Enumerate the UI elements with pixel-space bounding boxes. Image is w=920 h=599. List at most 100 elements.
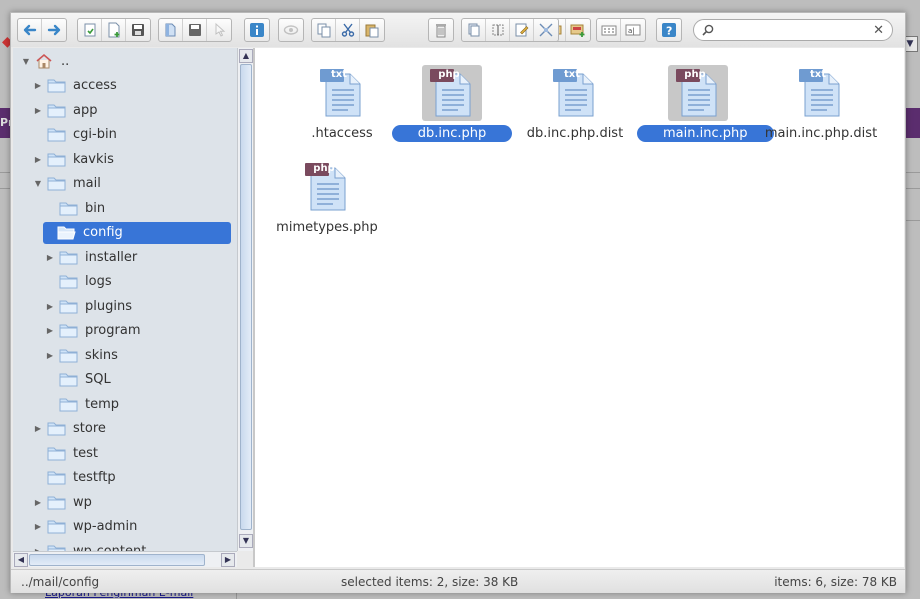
cut-button[interactable] — [336, 19, 360, 41]
scroll-down-icon[interactable]: ▼ — [239, 534, 253, 548]
tree-item-skins[interactable]: ▶ skins — [45, 344, 118, 366]
tree-item-label: .. — [61, 53, 70, 69]
tree-item-wp[interactable]: ▶ wp — [33, 491, 92, 513]
txt-file-icon: txt — [312, 65, 372, 121]
tree-item-root[interactable]: ▼.. — [21, 50, 69, 72]
new-file-button[interactable] — [102, 19, 126, 41]
open-button[interactable] — [159, 19, 183, 41]
delete-icon — [436, 24, 446, 38]
search-box[interactable]: ✕ — [693, 19, 893, 41]
resize-button[interactable] — [534, 19, 558, 41]
tree-item-label: testftp — [73, 470, 116, 485]
reload-button[interactable] — [78, 19, 102, 41]
tree-item-installer[interactable]: ▶ installer — [45, 246, 137, 268]
tree-item-label: config — [83, 225, 123, 240]
tree-item-bin[interactable]: bin — [45, 197, 105, 219]
expand-arrow-icon[interactable]: ▶ — [45, 351, 55, 360]
file-item[interactable]: txt .htaccess — [281, 63, 403, 153]
download-button[interactable] — [183, 19, 207, 41]
tree-item-SQL[interactable]: SQL — [45, 369, 111, 391]
paste-button[interactable] — [360, 19, 384, 41]
archive-button[interactable] — [566, 19, 590, 41]
tree-item-program[interactable]: ▶ program — [45, 320, 141, 342]
tree-item-label: wp — [73, 494, 92, 510]
tree-item-access[interactable]: ▶ access — [33, 75, 117, 97]
scroll-thumb[interactable] — [240, 64, 252, 530]
archive-icon — [570, 24, 585, 37]
tree-item-kavkis[interactable]: ▶ kavkis — [33, 148, 114, 170]
list-view-icon: a| — [625, 24, 641, 36]
folder-icon — [47, 151, 67, 167]
tree-item-label: bin — [85, 200, 106, 216]
tree-item-store[interactable]: ▶ store — [33, 418, 106, 440]
copy-button[interactable] — [312, 19, 336, 41]
php-file-icon: php — [422, 65, 482, 121]
tree-item-logs[interactable]: logs — [45, 271, 112, 293]
select-button[interactable] — [207, 19, 231, 41]
expand-arrow-icon[interactable]: ▶ — [45, 302, 55, 311]
expand-arrow-icon[interactable]: ▶ — [33, 424, 43, 433]
file-name-label: mimetypes.php — [276, 220, 378, 235]
collapse-arrow-icon[interactable]: ▼ — [33, 179, 43, 188]
expand-arrow-icon[interactable]: ▶ — [33, 155, 43, 164]
toolbar: ? a| ✕ — [11, 13, 905, 47]
tree-vertical-scrollbar[interactable]: ▲ ▼ — [237, 48, 253, 551]
info-button[interactable] — [245, 19, 269, 41]
forward-button[interactable] — [42, 19, 66, 41]
expand-arrow-icon[interactable]: ▶ — [33, 498, 43, 507]
help-button[interactable]: ? — [657, 19, 681, 41]
folder-icon — [47, 470, 67, 486]
folder-icon — [47, 421, 67, 437]
tree-item-testftp[interactable]: testftp — [33, 467, 116, 489]
list-view-button[interactable]: a| — [621, 19, 645, 41]
expand-arrow-icon[interactable]: ▶ — [33, 106, 43, 115]
tree-item-label: access — [73, 78, 117, 93]
scroll-thumb[interactable] — [29, 554, 205, 566]
expand-arrow-icon[interactable]: ▶ — [33, 81, 43, 90]
file-item[interactable]: txt db.inc.php.dist — [514, 63, 636, 153]
toolbar-group — [461, 18, 559, 42]
tree-item-label: installer — [85, 249, 138, 265]
expand-arrow-icon[interactable]: ▶ — [45, 326, 55, 335]
expand-arrow-icon[interactable]: ▶ — [33, 522, 43, 531]
icons-view-button[interactable] — [597, 19, 621, 41]
collapse-arrow-icon[interactable]: ▼ — [21, 57, 31, 66]
tree-horizontal-scrollbar[interactable]: ◀ ▶ — [13, 551, 237, 567]
file-item[interactable]: php db.inc.php — [391, 63, 513, 153]
scroll-right-icon[interactable]: ▶ — [221, 553, 235, 567]
file-name-label: .htaccess — [311, 126, 373, 141]
php-file-icon: php — [297, 159, 357, 215]
duplicate-button[interactable] — [462, 19, 486, 41]
tree-item-label: store — [73, 421, 106, 436]
file-item[interactable]: php main.inc.php — [637, 63, 774, 153]
file-item[interactable]: txt main.inc.php.dist — [760, 63, 882, 153]
search-input[interactable] — [720, 23, 874, 37]
tree-item-cgi-bin[interactable]: cgi-bin — [33, 124, 117, 146]
tree-item-wp-admin[interactable]: ▶ wp-admin — [33, 516, 137, 538]
folder-icon — [59, 396, 79, 412]
preview-button[interactable] — [279, 19, 303, 41]
back-button[interactable] — [18, 19, 42, 41]
folder-icon — [47, 127, 67, 143]
tree-item-mail[interactable]: ▼ mail — [33, 173, 101, 195]
scroll-up-icon[interactable]: ▲ — [239, 49, 253, 63]
tree-item-temp[interactable]: temp — [45, 393, 119, 415]
tree-item-app[interactable]: ▶ app — [33, 99, 98, 121]
rename-button[interactable] — [486, 19, 510, 41]
file-grid: txt .htaccess php db.inc.php txt db.inc.php.d… — [255, 48, 904, 567]
file-name: db.inc.php.dist — [514, 126, 636, 141]
folder-icon — [47, 494, 67, 510]
clear-search-icon[interactable]: ✕ — [873, 23, 884, 38]
expand-arrow-icon[interactable]: ▶ — [45, 253, 55, 262]
txt-file-icon: txt — [791, 65, 851, 121]
delete-button[interactable] — [429, 19, 453, 41]
txt-file-icon: txt — [545, 65, 605, 121]
tree-item-plugins[interactable]: ▶ plugins — [45, 295, 132, 317]
save-button[interactable] — [126, 19, 150, 41]
tree-item-test[interactable]: test — [33, 442, 98, 464]
edit-button[interactable] — [510, 19, 534, 41]
scroll-left-icon[interactable]: ◀ — [14, 553, 28, 567]
file-item[interactable]: php mimetypes.php — [266, 157, 388, 247]
tree-item-config[interactable]: config — [43, 221, 231, 244]
tree-item-label: test — [73, 445, 98, 461]
